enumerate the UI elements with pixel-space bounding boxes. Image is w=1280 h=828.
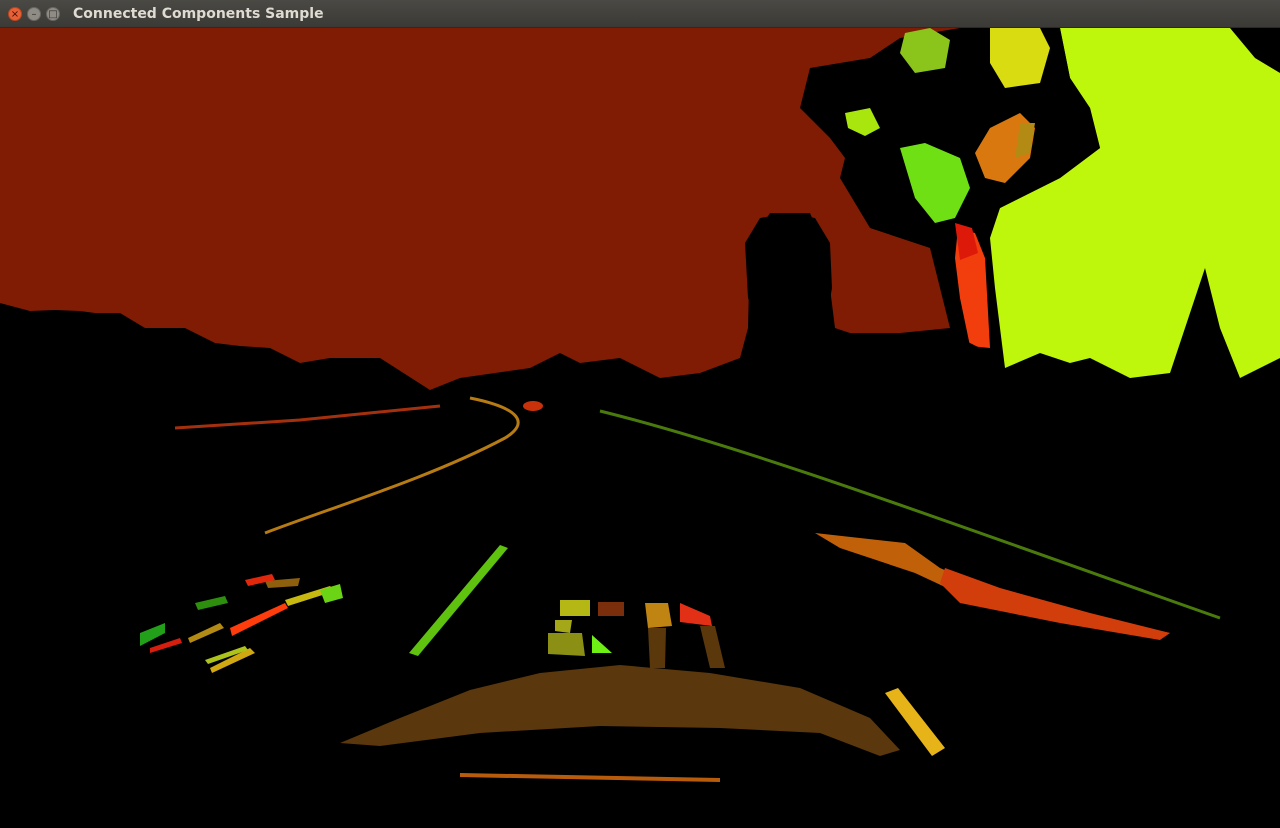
title-bar: × – □ Connected Components Sample	[0, 0, 1280, 28]
maximize-button[interactable]: □	[46, 7, 60, 21]
connected-components-image	[0, 28, 1280, 828]
far-vehicle	[523, 401, 543, 411]
app-window: × – □ Connected Components Sample	[0, 0, 1280, 828]
window-title: Connected Components Sample	[73, 6, 324, 22]
close-button[interactable]: ×	[8, 7, 22, 21]
left-tree	[745, 213, 832, 338]
minimize-button[interactable]: –	[27, 7, 41, 21]
